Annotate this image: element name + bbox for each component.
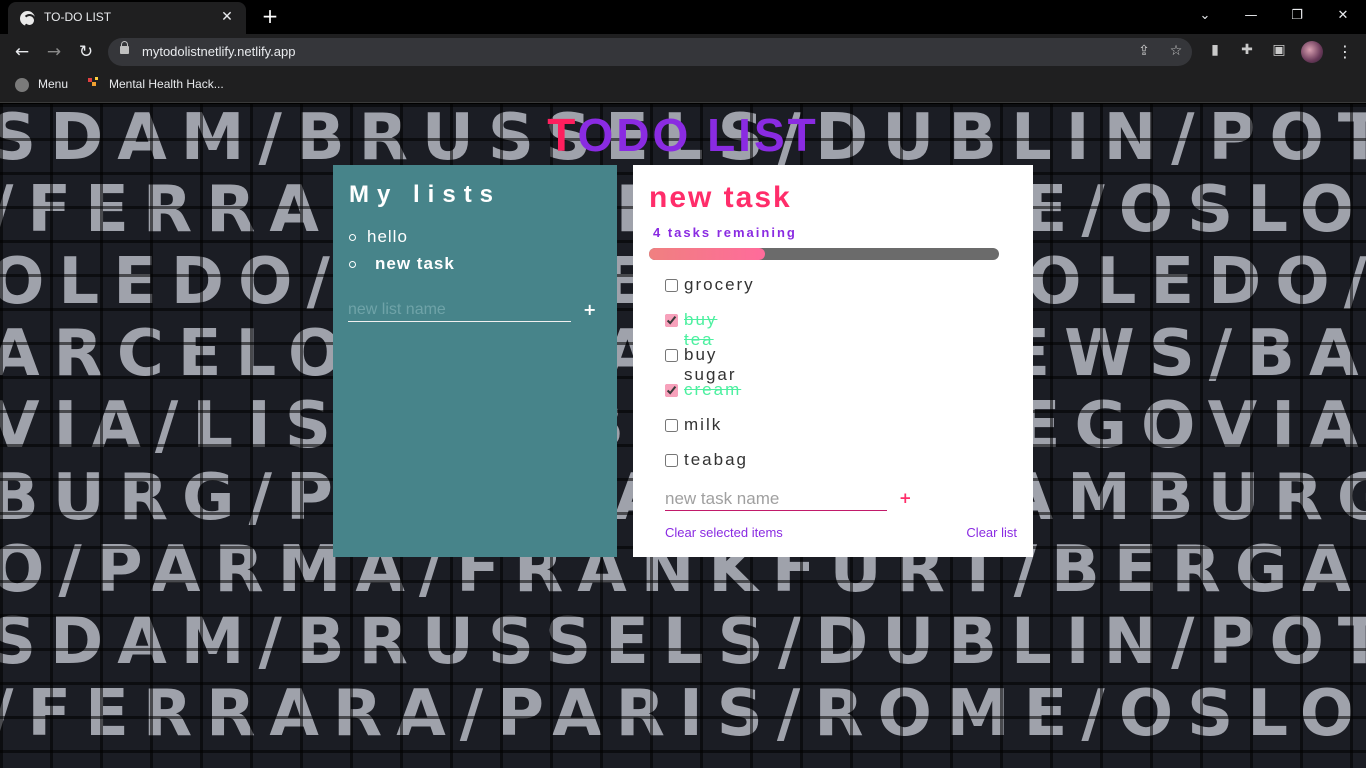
clear-list-button[interactable]: Clear list bbox=[966, 525, 1017, 540]
tab-strip: TO-DO LIST ✕ + ⌄ — ❐ ✕ bbox=[0, 0, 1366, 34]
task-checkbox[interactable] bbox=[665, 279, 678, 292]
reload-icon[interactable]: ↻ bbox=[74, 40, 98, 64]
title-initial: T bbox=[547, 109, 578, 161]
globe-icon bbox=[15, 78, 29, 92]
page-title: TODO LIST bbox=[0, 108, 1366, 162]
browser-tab[interactable]: TO-DO LIST ✕ bbox=[8, 2, 246, 34]
bookmark-menu[interactable]: Menu bbox=[38, 77, 68, 91]
background-row: /FERRARA/PARIS/ROME/OSLO/FER bbox=[0, 677, 1366, 751]
tab-title: TO-DO LIST bbox=[44, 10, 112, 24]
extension-icon[interactable]: ▮ bbox=[1205, 42, 1225, 58]
lists-list: hello new task bbox=[349, 227, 455, 281]
background-row: SDAM/BRUSSELS/DUBLIN/POTSDAM bbox=[0, 605, 1366, 679]
new-task-input[interactable] bbox=[665, 487, 887, 511]
chevron-down-icon[interactable]: ⌄ bbox=[1190, 4, 1220, 28]
star-icon[interactable]: ☆ bbox=[1167, 43, 1185, 59]
task-label[interactable]: buy sugar bbox=[684, 345, 737, 385]
task-label[interactable]: milk bbox=[684, 415, 722, 435]
task-checkbox[interactable] bbox=[665, 384, 678, 397]
title-rest: ODO LIST bbox=[577, 109, 819, 161]
back-icon[interactable]: ← bbox=[10, 40, 34, 64]
bookmarks-bar: Menu Mental Health Hack... bbox=[0, 70, 1366, 103]
lists-heading: My lists bbox=[349, 181, 502, 208]
progress-bar bbox=[649, 248, 999, 260]
new-list-input[interactable] bbox=[348, 298, 571, 322]
close-icon[interactable]: ✕ bbox=[218, 8, 236, 26]
list-item-new-task[interactable]: new task bbox=[349, 254, 455, 281]
add-task-button[interactable]: + bbox=[899, 489, 912, 507]
hack-icon bbox=[88, 77, 98, 86]
new-tab-icon[interactable]: + bbox=[260, 6, 280, 26]
task-label[interactable]: teabag bbox=[684, 450, 748, 470]
task-label[interactable]: buy tea bbox=[684, 310, 717, 350]
restore-icon[interactable]: ❐ bbox=[1282, 4, 1312, 28]
task-checkbox[interactable] bbox=[665, 454, 678, 467]
page: SDAM/BRUSSELS/DUBLIN/POTSDAM/FERRARA/PAR… bbox=[0, 104, 1366, 768]
task-checkbox[interactable] bbox=[665, 349, 678, 362]
share-icon[interactable]: ⇪ bbox=[1135, 43, 1153, 59]
task-label[interactable]: grocery bbox=[684, 275, 755, 295]
menu-dots-icon[interactable]: ⋮ bbox=[1337, 40, 1353, 64]
list-item-hello[interactable]: hello bbox=[349, 227, 455, 254]
add-list-button[interactable]: + bbox=[583, 300, 596, 319]
task-checkbox[interactable] bbox=[665, 419, 678, 432]
puzzle-icon[interactable]: ✚ bbox=[1237, 42, 1257, 58]
lock-icon[interactable] bbox=[120, 41, 129, 54]
profile-avatar[interactable] bbox=[1301, 41, 1323, 63]
window-close-icon[interactable]: ✕ bbox=[1328, 4, 1358, 28]
tasks-panel: new task 4 tasks remaining grocery buy t… bbox=[633, 165, 1033, 557]
url-text[interactable]: mytodolistnetlify.netlify.app bbox=[142, 44, 295, 59]
clear-selected-button[interactable]: Clear selected items bbox=[665, 525, 783, 540]
side-panel-icon[interactable]: ▣ bbox=[1269, 42, 1289, 58]
progress-fill bbox=[649, 248, 765, 260]
tasks-remaining: 4 tasks remaining bbox=[653, 225, 797, 240]
minimize-icon[interactable]: — bbox=[1236, 4, 1266, 28]
bookmark-mental-health[interactable]: Mental Health Hack... bbox=[109, 77, 224, 91]
lists-panel: My lists hello new task + bbox=[333, 165, 617, 557]
globe-icon bbox=[20, 11, 36, 27]
task-list-title: new task bbox=[649, 181, 792, 214]
forward-icon[interactable]: → bbox=[42, 40, 66, 64]
browser-toolbar: ← → ↻ mytodolistnetlify.netlify.app ⇪ ☆ … bbox=[0, 34, 1366, 70]
task-label[interactable]: cream bbox=[684, 380, 741, 400]
address-bar[interactable]: mytodolistnetlify.netlify.app ⇪ ☆ bbox=[108, 38, 1192, 66]
task-checkbox[interactable] bbox=[665, 314, 678, 327]
